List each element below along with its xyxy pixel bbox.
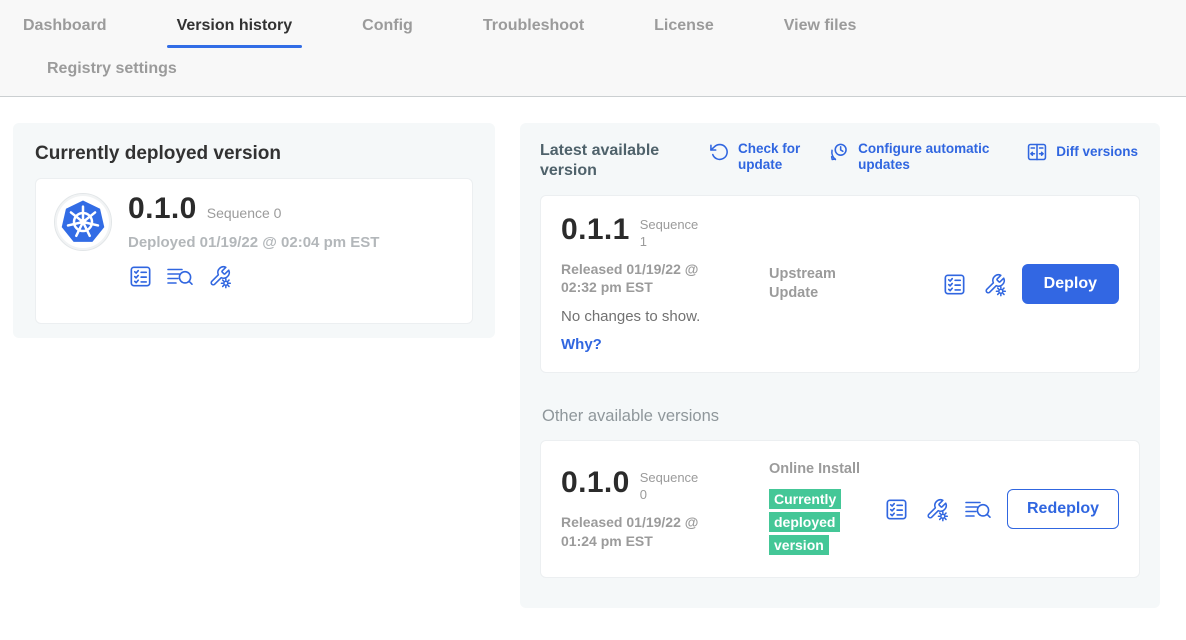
header-actions: Check for update Configure automatic upd… [708,141,1140,174]
latest-available-title: Latest available version [540,141,680,181]
other-card-actions: Redeploy [884,489,1119,529]
deployed-timestamp: Deployed 01/19/22 @ 02:04 pm EST [128,234,379,251]
deployed-version-row: 0.1.0 Sequence 0 [128,193,379,225]
other-version-number: 0.1.0 [561,467,630,499]
latest-version-number: 0.1.1 [561,214,630,246]
latest-released-timestamp: Released 01/19/22 @ 02:32 pm EST [561,260,737,298]
deploy-logs-icon[interactable] [964,497,992,522]
latest-version-info: 0.1.1 Sequence 1 Released 01/19/22 @ 02:… [561,214,769,355]
edit-config-icon[interactable] [207,264,232,289]
other-version-row: 0.1.0 Sequence 0 [561,467,769,504]
nav-tabs-row-1: Dashboard Version history Config Trouble… [13,17,1186,48]
diff-icon [1026,141,1048,163]
latest-version-row: 0.1.1 Sequence 1 [561,214,769,251]
edit-config-icon[interactable] [924,497,949,522]
deploy-logs-icon[interactable] [166,264,194,289]
deployed-sequence-label: Sequence 0 [207,205,282,221]
diff-versions-label: Diff versions [1056,144,1138,163]
deployed-version-card: 0.1.0 Sequence 0 Deployed 01/19/22 @ 02:… [35,178,473,324]
latest-version-card: 0.1.1 Sequence 1 Released 01/19/22 @ 02:… [540,195,1140,373]
configure-automatic-updates-label: Configure automatic updates [858,141,1010,174]
tab-config[interactable]: Config [352,17,423,48]
currently-deployed-badge: Currently deployed version [769,489,841,555]
preflight-checks-icon[interactable] [942,272,967,297]
other-released-timestamp: Released 01/19/22 @ 01:24 pm EST [561,513,737,551]
tab-view-files[interactable]: View files [774,17,867,48]
tab-dashboard[interactable]: Dashboard [13,17,117,48]
preflight-checks-icon[interactable] [884,497,909,522]
configure-automatic-updates-link[interactable]: Configure automatic updates [828,141,1010,174]
latest-sequence-label: Sequence 1 [640,214,704,251]
diff-versions-link[interactable]: Diff versions [1026,141,1138,163]
no-changes-text: No changes to show. [561,308,769,325]
other-version-card: 0.1.0 Sequence 0 Released 01/19/22 @ 01:… [540,440,1140,578]
why-link[interactable]: Why? [561,336,602,353]
app-nav: Dashboard Version history Config Trouble… [0,0,1186,97]
currently-deployed-title: Currently deployed version [35,143,473,165]
preflight-checks-icon[interactable] [128,264,153,289]
other-sequence-label: Sequence 0 [640,467,704,504]
refresh-icon [708,141,730,163]
deployed-version-body: 0.1.0 Sequence 0 Deployed 01/19/22 @ 02:… [128,193,379,289]
deployed-version-number: 0.1.0 [128,193,197,225]
tab-version-history[interactable]: Version history [167,17,303,48]
latest-available-header: Latest available version Check for updat… [540,141,1140,181]
check-for-update-link[interactable]: Check for update [708,141,812,174]
other-source-column: Online Install Currently deployed versio… [769,460,871,557]
latest-source-label: Upstream Update [769,265,871,303]
other-source-label: Online Install [769,460,871,479]
redeploy-button[interactable]: Redeploy [1007,489,1119,529]
schedule-update-icon [828,141,850,163]
available-versions-panel: Latest available version Check for updat… [520,123,1160,608]
check-for-update-label: Check for update [738,141,812,174]
latest-card-actions: Deploy [942,264,1119,304]
edit-config-icon[interactable] [982,272,1007,297]
tab-troubleshoot[interactable]: Troubleshoot [473,17,594,48]
tab-license[interactable]: License [644,17,724,48]
nav-tabs-row-2: Registry settings [37,60,1186,91]
deployed-actions-row [128,264,379,289]
other-versions-title: Other available versions [542,407,1140,426]
deploy-button[interactable]: Deploy [1022,264,1119,304]
other-version-info: 0.1.0 Sequence 0 Released 01/19/22 @ 01:… [561,467,769,551]
currently-deployed-badge-wrap: Currently deployed version [769,489,855,557]
tab-registry-settings[interactable]: Registry settings [37,60,187,91]
currently-deployed-panel: Currently deployed version 0.1.0 Sequenc… [13,123,495,338]
kubernetes-logo-icon [54,193,112,251]
